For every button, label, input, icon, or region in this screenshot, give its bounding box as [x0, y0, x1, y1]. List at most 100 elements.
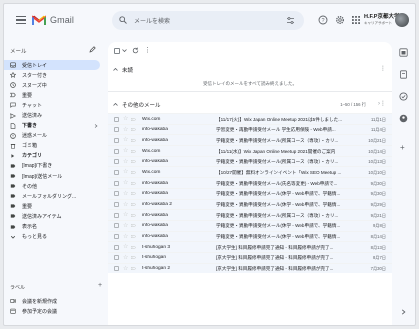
sidebar-item[interactable]: 会議を新規作成: [4, 296, 107, 306]
row-checkbox[interactable]: [114, 266, 119, 272]
row-checkbox[interactable]: [114, 137, 119, 143]
help-icon[interactable]: ?: [318, 15, 328, 25]
message-row[interactable]: ☆ info-wakaba 学籍変更・異動申請受付メール(所属コース（専攻）・カリ.…: [108, 134, 392, 146]
message-row[interactable]: ☆ info-wakaba 学籍変更・異動申請受付メール(所属コース（専攻）・カリ.…: [108, 155, 392, 167]
refresh-icon[interactable]: [132, 47, 139, 54]
star-icon[interactable]: ☆: [123, 179, 128, 187]
row-checkbox[interactable]: [114, 127, 119, 133]
message-row[interactable]: ☆ t-shuhogan [京大学生] 科目履修申請完了通知 - 科目履修申請が完了…: [108, 251, 392, 263]
row-checkbox[interactable]: [114, 169, 119, 175]
row-checkbox[interactable]: [114, 148, 119, 154]
section-options-icon[interactable]: ⋮: [380, 65, 386, 72]
important-marker-icon[interactable]: [131, 160, 136, 164]
important-marker-icon[interactable]: [131, 128, 136, 132]
star-icon[interactable]: ☆: [123, 126, 128, 134]
select-all-checkbox[interactable]: [114, 48, 120, 54]
message-row[interactable]: ☆ info-wakaba 2 学籍変更・異動申請受付メール(休学 - Web申請で…: [108, 198, 392, 210]
sidebar-item[interactable]: [Imap]/下書き: [4, 161, 107, 171]
compose-pencil-icon[interactable]: [89, 46, 96, 53]
keep-addon-icon[interactable]: [399, 70, 408, 79]
row-checkbox[interactable]: [114, 159, 119, 165]
message-row[interactable]: ☆ info-wakaba 学籍変更・異動申請受付メール(休学 - Web申請で、学…: [108, 230, 392, 242]
section-other-header[interactable]: その他のメール 1–50 / 156 行 › ⋮: [108, 100, 392, 110]
star-icon[interactable]: ☆: [123, 254, 128, 262]
star-icon[interactable]: ☆: [123, 265, 128, 273]
star-icon[interactable]: ☆: [123, 243, 128, 251]
message-row[interactable]: ☆ t-shuhogan 2 [京大学生] 科目履修申請完了通知 - 科目履修申請が…: [108, 262, 392, 274]
sidebar-item[interactable]: [Imap]/送信メール: [4, 171, 107, 181]
settings-gear-icon[interactable]: [335, 15, 345, 25]
row-checkbox[interactable]: [114, 212, 119, 218]
star-icon[interactable]: ☆: [123, 211, 128, 219]
star-icon[interactable]: ☆: [123, 115, 128, 123]
important-marker-icon[interactable]: [131, 117, 136, 121]
search-options-icon[interactable]: [286, 16, 295, 25]
important-marker-icon[interactable]: [131, 170, 136, 174]
important-marker-icon[interactable]: [131, 181, 136, 185]
select-dropdown-icon[interactable]: [122, 48, 127, 53]
sidebar-item[interactable]: スヌーズ中: [4, 80, 107, 90]
row-checkbox[interactable]: [114, 202, 119, 207]
message-row[interactable]: ☆ info-wakaba 学習変更・再勤申請受付メール 学生応用保険 - Web申…: [108, 123, 392, 135]
row-checkbox[interactable]: [114, 223, 119, 229]
search-bar[interactable]: メールを検索: [112, 11, 304, 30]
sidebar-item[interactable]: 表示名: [4, 222, 107, 232]
sidebar-item[interactable]: 受信トレイ: [4, 60, 100, 71]
message-row[interactable]: ☆ info-wakaba 学籍変更・異動申請受付メール(所属コース（専攻）・カリ.…: [108, 209, 392, 220]
sidebar-item[interactable]: 重要: [4, 90, 107, 100]
message-row[interactable]: ☆ Wix.com 【10/27開催】無料オンラインイベント「Wix SEO Mee…: [108, 166, 392, 178]
main-menu-icon[interactable]: [16, 16, 26, 24]
star-icon[interactable]: ☆: [123, 147, 128, 155]
row-checkbox[interactable]: [114, 234, 119, 240]
search-icon[interactable]: [119, 16, 127, 24]
sidebar-item[interactable]: スター付き: [4, 70, 107, 80]
important-marker-icon[interactable]: [131, 267, 136, 271]
section-unread-header[interactable]: 未読 ⋮: [108, 65, 392, 74]
sidebar-item[interactable]: 迷惑メール: [4, 131, 107, 141]
gmail-logo[interactable]: Gmail: [32, 13, 74, 27]
sidebar-item[interactable]: 重要: [4, 201, 107, 211]
sidebar-item[interactable]: ゴミ箱: [4, 141, 107, 151]
section-options-icon[interactable]: ⋮: [380, 100, 386, 107]
important-marker-icon[interactable]: [131, 213, 136, 217]
star-icon[interactable]: ☆: [123, 136, 128, 144]
expand-panel-icon[interactable]: [401, 309, 406, 315]
sidebar-item[interactable]: その他: [4, 181, 107, 191]
row-checkbox[interactable]: [114, 116, 119, 122]
search-input[interactable]: メールを検索: [134, 16, 170, 25]
important-marker-icon[interactable]: [131, 235, 136, 239]
row-checkbox[interactable]: [114, 244, 119, 250]
message-row[interactable]: ☆ Wix.com 【11/17(火)】Wix Japan Online Meetu…: [108, 113, 392, 124]
message-row[interactable]: ☆ t-shuhogan 3 [京大学生] 科目履修申請完了通知 - 科目履修申請が…: [108, 241, 392, 252]
sidebar-item[interactable]: もっと見る: [4, 232, 107, 242]
account-avatar[interactable]: [395, 13, 409, 27]
star-icon[interactable]: ☆: [123, 201, 128, 209]
expand-arrow-icon[interactable]: [94, 123, 98, 128]
sidebar-item[interactable]: 参加予定の会議: [4, 306, 107, 316]
apps-grid-icon[interactable]: [351, 15, 361, 25]
add-label-button[interactable]: +: [98, 282, 102, 289]
message-row[interactable]: ☆ info-wakaba 学籍変更・異動申請受付メール(休学 - Web申請で、学…: [108, 187, 392, 199]
star-icon[interactable]: ☆: [123, 222, 128, 230]
row-checkbox[interactable]: [114, 191, 119, 197]
row-checkbox[interactable]: [114, 180, 119, 186]
sidebar-item[interactable]: 送信済みアイテム: [4, 211, 107, 221]
message-row[interactable]: ☆ Wix.com 【11/11(水)】Wix Japan Online Meetu…: [108, 145, 392, 156]
important-marker-icon[interactable]: [131, 138, 136, 142]
star-icon[interactable]: ☆: [123, 190, 128, 198]
row-checkbox[interactable]: [114, 255, 119, 261]
sidebar-item[interactable]: カテゴリ: [4, 151, 107, 161]
sidebar-item[interactable]: 下書き: [4, 121, 107, 131]
important-marker-icon[interactable]: [131, 224, 136, 228]
contacts-addon-icon[interactable]: [399, 114, 408, 123]
sidebar-item[interactable]: 送信済み: [4, 110, 107, 120]
tasks-addon-icon[interactable]: [399, 92, 408, 101]
get-addons-button[interactable]: +: [400, 143, 405, 152]
collapse-caret-icon[interactable]: [113, 67, 118, 72]
sidebar-item[interactable]: チャット: [4, 100, 107, 110]
important-marker-icon[interactable]: [131, 203, 136, 206]
star-icon[interactable]: ☆: [123, 233, 128, 241]
star-icon[interactable]: ☆: [123, 168, 128, 176]
important-marker-icon[interactable]: [131, 245, 136, 249]
sidebar-item[interactable]: メールフォルダリング...: [4, 191, 107, 201]
